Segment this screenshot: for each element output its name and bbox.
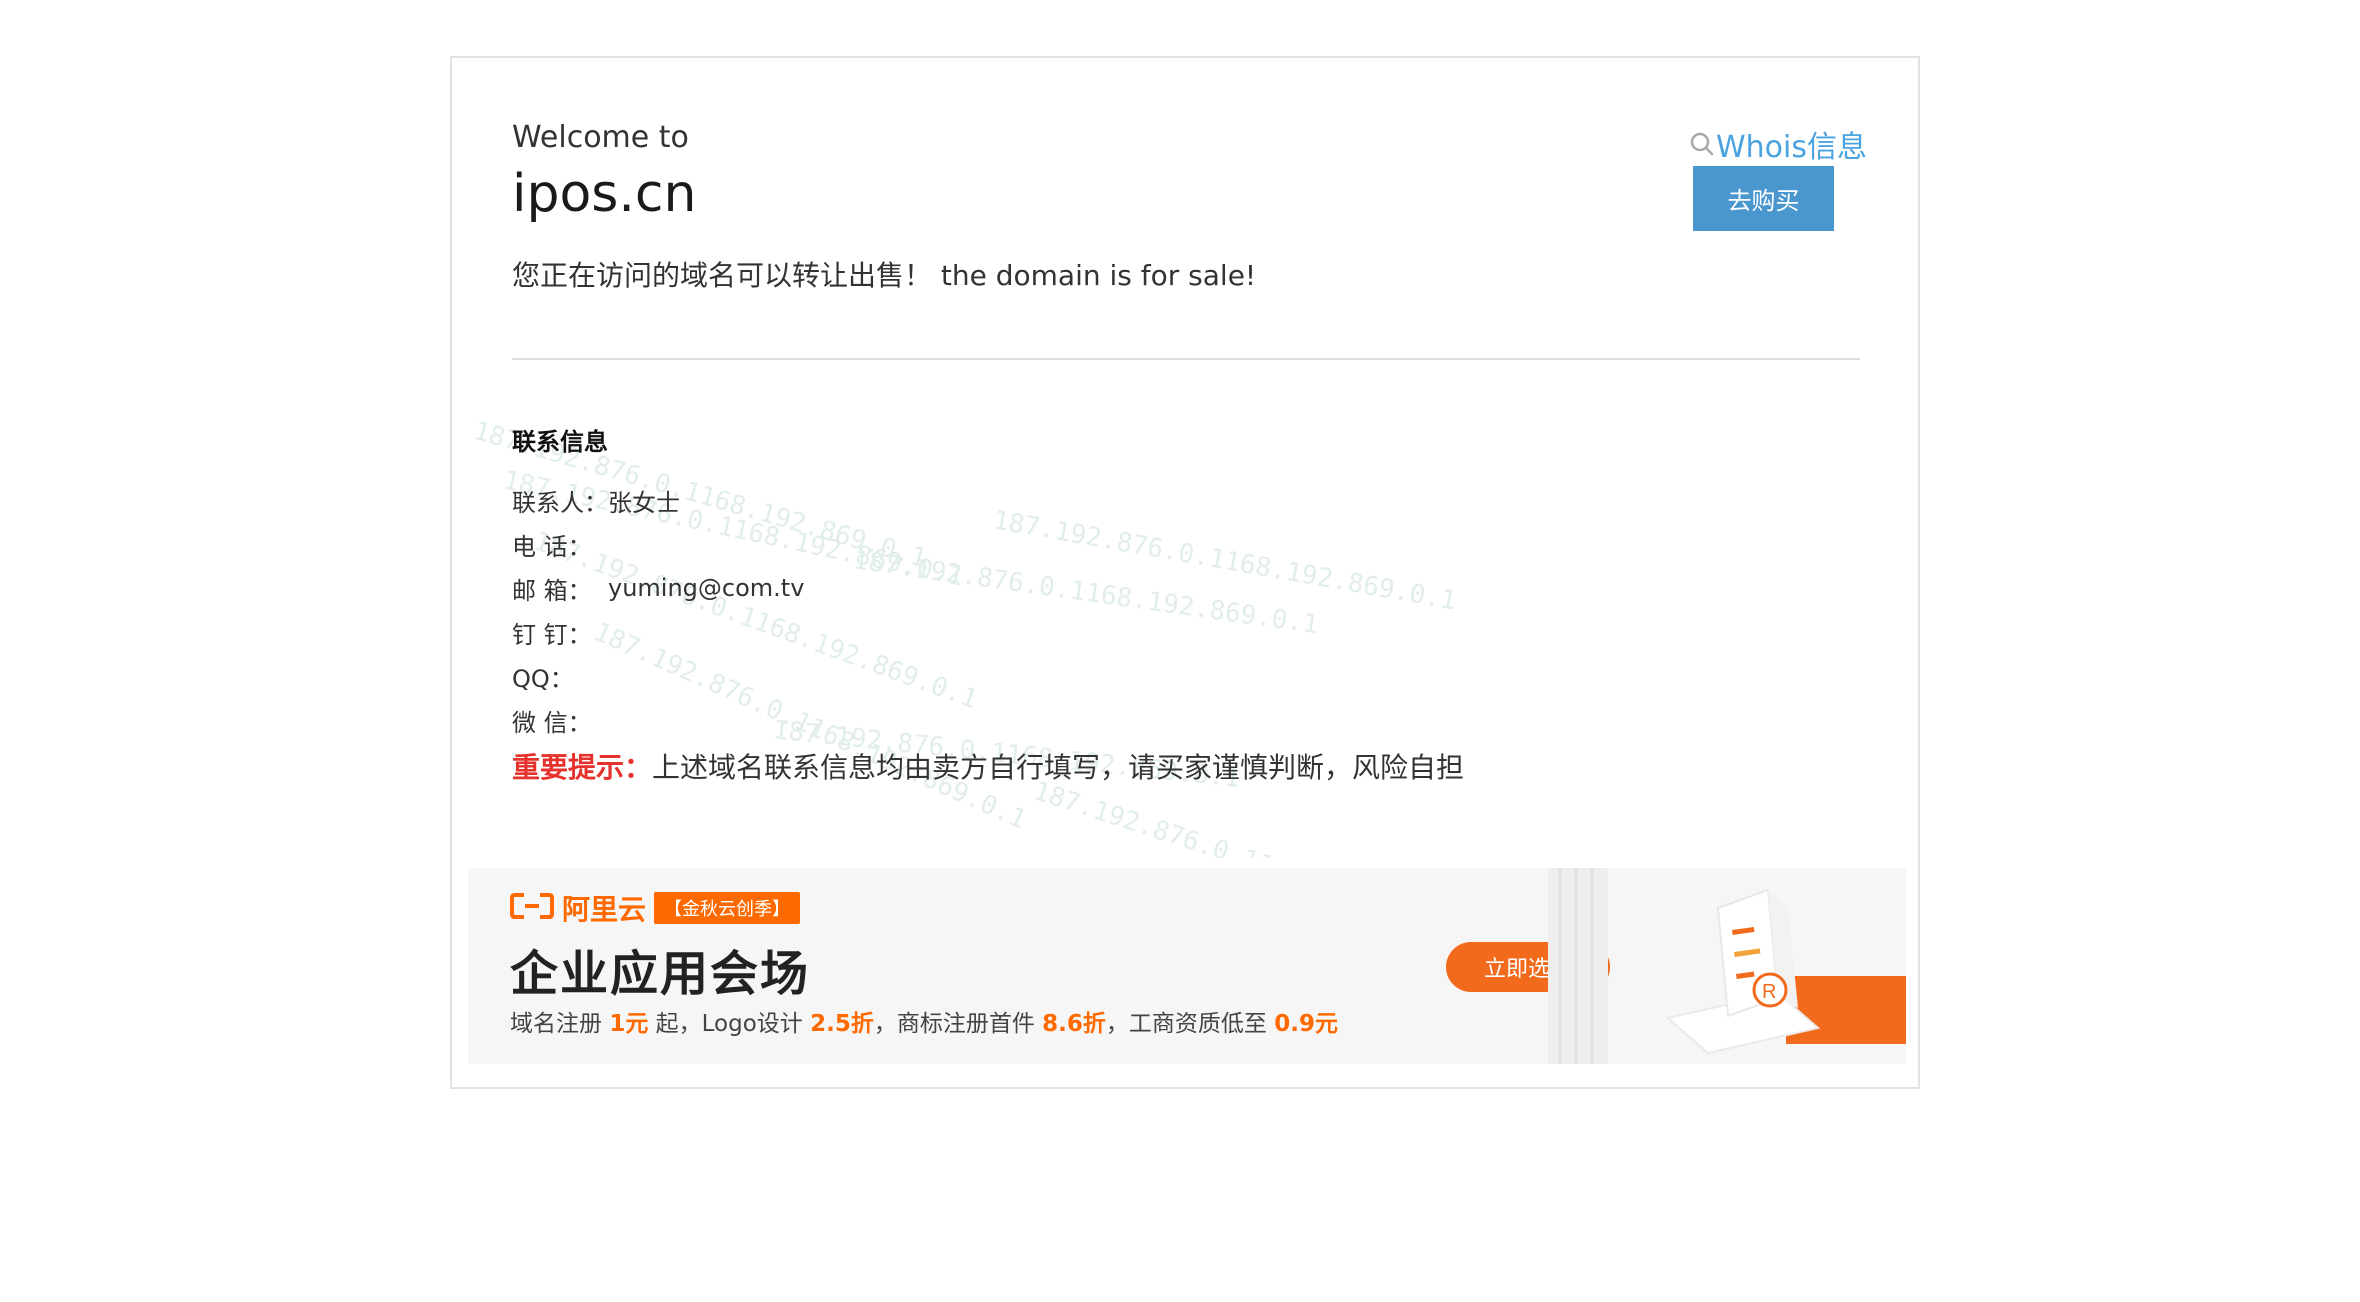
contact-label: QQ： <box>512 664 574 693</box>
contact-row-dingtalk: 钉 钉： <box>512 610 804 654</box>
domain-sale-card: Welcome to ipos.cn 您正在访问的域名可以转让出售！ the d… <box>450 56 1920 1089</box>
brand-name: 阿里云 <box>562 893 647 926</box>
watermark-line: 187.192.876.0.1168.192.869.0.1 <box>991 505 1459 616</box>
contact-row-person: 联系人： 张女士 <box>512 478 804 522</box>
contact-label: 联系人： <box>512 488 608 517</box>
aliyun-logo-icon <box>510 892 554 924</box>
desc-text: 起，Logo设计 <box>648 1011 811 1037</box>
aliyun-ad-banner[interactable]: 阿里云 【金秋云创季】 企业应用会场 域名注册 1元 起，Logo设计 2.5折… <box>468 868 1906 1064</box>
trademark-illustration: R <box>1548 868 1906 1064</box>
desc-text: 域名注册 <box>510 1011 610 1037</box>
domain-name: ipos.cn <box>512 164 697 224</box>
search-icon <box>1690 132 1714 156</box>
contact-row-phone: 电 话： <box>512 522 804 566</box>
buy-button[interactable]: 去购买 <box>1693 166 1834 231</box>
contact-row-wechat: 微 信： <box>512 698 804 742</box>
watermark-line: 187.192.876.0.1168.192.869.0.1 <box>851 545 1320 640</box>
desc-text: ，商标注册首件 <box>873 1011 1043 1037</box>
contact-list: 联系人： 张女士 电 话： 邮 箱： yuming@com.tv 钉 钉： QQ… <box>512 478 804 742</box>
desc-price: 2.5折 <box>810 1011 874 1037</box>
contact-value[interactable]: yuming@com.tv <box>608 574 804 602</box>
banner-title: 企业应用会场 <box>510 946 811 1002</box>
svg-text:R: R <box>1762 981 1776 1003</box>
banner-description: 域名注册 1元 起，Logo设计 2.5折，商标注册首件 8.6折，工商资质低至… <box>510 1004 1338 1038</box>
whois-link[interactable]: Whois信息 <box>1690 122 1867 166</box>
risk-notice: 重要提示：上述域名联系信息均由卖方自行填写，请买家谨慎判断，风险自担 <box>512 746 1464 786</box>
desc-price: 8.6折 <box>1042 1011 1106 1037</box>
watermark-line: 187.192.876.0.1168.192.869.0.1 <box>1030 776 1486 858</box>
contact-label: 钉 钉： <box>512 620 592 649</box>
notice-text: 上述域名联系信息均由卖方自行填写，请买家谨慎判断，风险自担 <box>652 751 1465 784</box>
whois-label: Whois信息 <box>1716 130 1867 165</box>
divider <box>512 358 1860 360</box>
welcome-text: Welcome to <box>512 120 689 155</box>
sale-message: 您正在访问的域名可以转让出售！ the domain is for sale! <box>512 259 1257 292</box>
contact-row-qq: QQ： <box>512 654 804 698</box>
aliyun-brand: 阿里云 【金秋云创季】 <box>510 888 801 928</box>
notice-highlight: 重要提示： <box>512 751 653 784</box>
contact-row-email: 邮 箱： yuming@com.tv <box>512 566 804 610</box>
promo-tag: 【金秋云创季】 <box>654 892 801 924</box>
contact-value: 张女士 <box>608 488 680 517</box>
desc-price: 1元 <box>609 1011 649 1037</box>
desc-price: 0.9元 <box>1274 1011 1338 1037</box>
contact-label: 邮 箱： <box>512 576 592 605</box>
desc-text: ，工商资质低至 <box>1105 1011 1275 1037</box>
contact-label: 微 信： <box>512 708 592 737</box>
contact-section-title: 联系信息 <box>512 428 608 456</box>
contact-label: 电 话： <box>512 532 592 561</box>
